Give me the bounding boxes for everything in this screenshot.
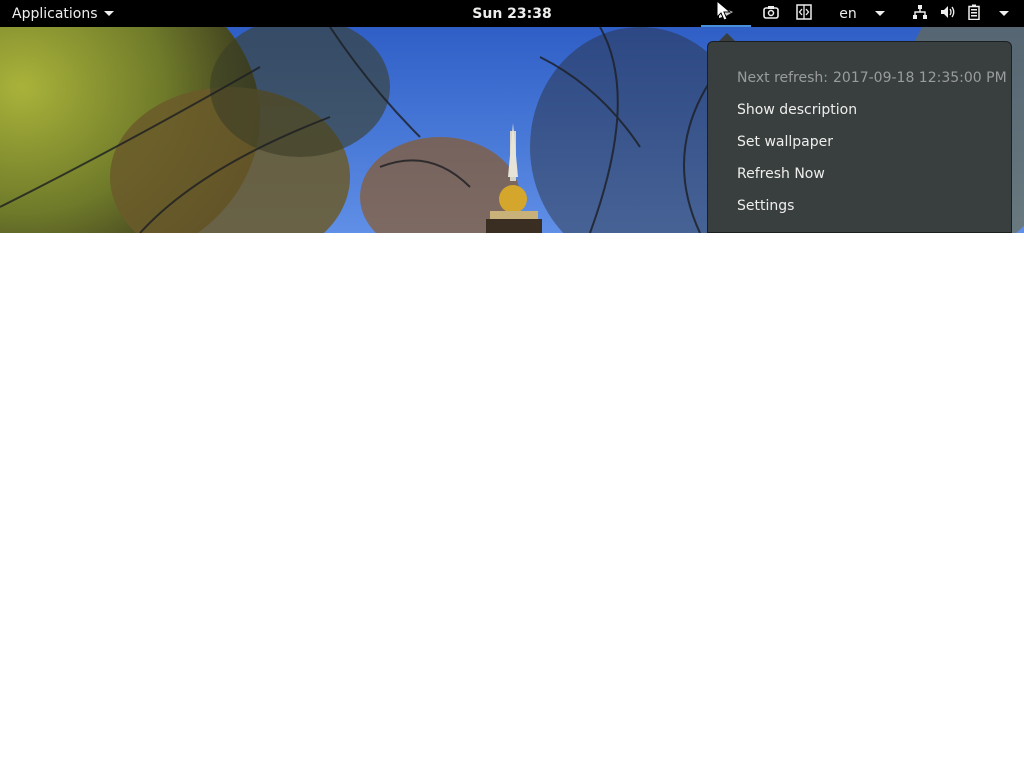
screenshot-tray-button[interactable] xyxy=(760,0,782,27)
next-refresh-info: Next refresh: 2017-09-18 12:35:00 PM xyxy=(708,62,1011,94)
next-refresh-label: Next refresh: xyxy=(737,70,828,86)
chevron-down-icon xyxy=(999,11,1009,16)
refresh-now-menu-item[interactable]: Refresh Now xyxy=(708,158,1011,190)
settings-menu-item[interactable]: Settings xyxy=(708,190,1011,222)
system-menu-dropdown[interactable] xyxy=(994,0,1014,27)
bing-wallpaper-icon xyxy=(717,4,735,24)
language-selector[interactable]: en xyxy=(834,0,890,27)
language-label: en xyxy=(839,5,857,22)
menu-item-label: Show description xyxy=(737,102,858,118)
chevron-down-icon xyxy=(103,11,114,16)
menu-item-label: Set wallpaper xyxy=(737,134,833,150)
wallpaper-extension-button[interactable] xyxy=(701,0,751,27)
applications-menu-button[interactable]: Applications xyxy=(4,0,122,27)
next-refresh-value: 2017-09-18 12:35:00 PM xyxy=(833,70,1007,86)
camera-icon xyxy=(763,5,779,23)
code-tray-button[interactable] xyxy=(793,0,815,27)
wallpaper-extension-popup: Next refresh: 2017-09-18 12:35:00 PM Sho… xyxy=(707,41,1012,233)
top-bar: Applications Sun 23:38 en xyxy=(0,0,1024,27)
menu-item-label: Settings xyxy=(737,198,795,214)
applications-label: Applications xyxy=(12,5,98,22)
chevron-down-icon xyxy=(874,11,885,16)
set-wallpaper-menu-item[interactable]: Set wallpaper xyxy=(708,126,1011,158)
clock-button[interactable]: Sun 23:38 xyxy=(460,0,564,27)
battery-icon xyxy=(968,4,980,24)
menu-item-label: Refresh Now xyxy=(737,166,825,182)
show-description-menu-item[interactable]: Show description xyxy=(708,94,1011,126)
network-wired-icon xyxy=(912,4,928,24)
system-status-menu[interactable] xyxy=(910,0,982,27)
speaker-icon xyxy=(940,4,956,24)
code-icon xyxy=(796,3,812,24)
clock-label: Sun 23:38 xyxy=(472,5,552,22)
